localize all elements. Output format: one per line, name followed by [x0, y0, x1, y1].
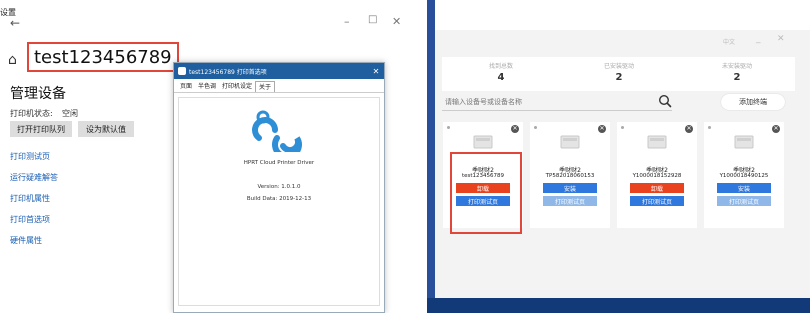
home-icon: ⌂ — [8, 52, 17, 68]
print-test-page-button[interactable]: 打印测试页 — [543, 196, 597, 206]
tab-halftone[interactable]: 半色调 — [195, 81, 219, 92]
language-switch[interactable]: 中文 — [723, 37, 735, 46]
device-serial: TP582018060153 — [545, 173, 595, 179]
status-dot — [534, 126, 537, 129]
printer-status-label: 打印机状态: — [10, 109, 53, 118]
print-test-page-button[interactable]: 打印测试页 — [717, 196, 771, 206]
close-icon[interactable]: ✕ — [685, 125, 693, 133]
install-button[interactable]: 安装 — [543, 183, 597, 193]
printer-status-value: 空闲 — [62, 109, 78, 118]
printer-icon — [647, 135, 667, 149]
close-icon[interactable]: ✕ — [392, 15, 401, 28]
device-card[interactable]: ✕ 季财财2 Y1000018152928 卸载 打印测试页 — [617, 122, 697, 228]
device-serial: Y1000018490125 — [719, 173, 769, 179]
close-icon[interactable]: ✕ — [772, 125, 780, 133]
card-highlight-frame — [450, 152, 522, 234]
status-dot — [708, 126, 711, 129]
build-date-text: Build Data: 2019-12-13 — [246, 196, 312, 202]
hprt-cloud-logo — [252, 110, 302, 152]
open-print-queue-button[interactable]: 打开打印队列 — [10, 121, 72, 137]
search-icon[interactable] — [658, 94, 672, 108]
set-default-button[interactable]: 设为默认值 — [78, 121, 134, 137]
status-dot — [447, 126, 450, 129]
link-printing-preferences[interactable]: 打印首选项 — [10, 214, 50, 225]
printer-name-highlight: test123456789 — [27, 42, 179, 72]
print-test-page-button[interactable]: 打印测试页 — [630, 196, 684, 206]
stat-not-installed: 未安装驱动 2 — [678, 57, 796, 91]
stat-value: 2 — [733, 72, 741, 83]
device-card[interactable]: ✕ 季财财2 TP582018060153 安装 打印测试页 — [530, 122, 610, 228]
desktop-background — [427, 0, 435, 313]
product-name: HPRT Cloud Printer Driver — [243, 160, 315, 166]
printing-preferences-dialog: test123456789 打印首选项 ✕ 页面 半色调 打印机设定 关于 HP… — [173, 62, 385, 313]
desktop-background-bottom — [427, 298, 810, 313]
dialog-close-icon[interactable]: ✕ — [368, 67, 384, 76]
stats-panel: 找到总数 4 已安装驱动 2 未安装驱动 2 — [442, 57, 795, 91]
minimize-icon[interactable]: _ — [756, 34, 761, 44]
tab-about[interactable]: 关于 — [255, 81, 276, 92]
stat-total: 找到总数 4 — [442, 57, 560, 91]
about-panel: HPRT Cloud Printer Driver Version: 1.0.1… — [178, 97, 380, 306]
link-troubleshooter[interactable]: 运行疑难解答 — [10, 172, 58, 183]
stat-value: 2 — [615, 72, 623, 83]
close-icon[interactable]: ✕ — [777, 34, 785, 44]
printer-icon — [473, 135, 493, 149]
install-button[interactable]: 安装 — [717, 183, 771, 193]
close-icon[interactable]: ✕ — [598, 125, 606, 133]
printer-app-icon — [178, 67, 186, 75]
minimize-icon[interactable]: – — [344, 15, 350, 28]
add-terminal-button[interactable]: 添加终端 — [721, 94, 785, 110]
stat-installed: 已安装驱动 2 — [560, 57, 678, 91]
version-text: Version: 1.0.1.0 — [257, 184, 301, 190]
printer-name: test123456789 — [34, 46, 172, 68]
stat-label: 找到总数 — [488, 63, 513, 70]
device-card[interactable]: ✕ 季财财2 Y1000018490125 安装 打印测试页 — [704, 122, 784, 228]
tab-page[interactable]: 页面 — [177, 81, 195, 92]
link-hardware-properties[interactable]: 硬件属性 — [10, 235, 42, 246]
close-icon[interactable]: ✕ — [511, 125, 519, 133]
stat-value: 4 — [497, 72, 505, 83]
dialog-title: test123456789 打印首选项 — [189, 68, 267, 76]
stat-label: 已安装驱动 — [603, 63, 634, 70]
dialog-tabs: 页面 半色调 打印机设定 关于 — [174, 79, 384, 93]
device-serial: Y1000018152928 — [632, 173, 682, 179]
stat-label: 未安装驱动 — [721, 63, 752, 70]
manage-device-heading: 管理设备 — [10, 86, 66, 102]
tab-printer-settings[interactable]: 打印机设定 — [219, 81, 255, 92]
status-dot — [621, 126, 624, 129]
maximize-icon[interactable]: □ — [368, 14, 377, 25]
uninstall-button[interactable]: 卸载 — [630, 183, 684, 193]
dialog-titlebar[interactable]: test123456789 打印首选项 ✕ — [174, 63, 384, 79]
link-print-test-page[interactable]: 打印测试页 — [10, 151, 50, 162]
settings-window: ← 设置 – □ ✕ ⌂ test123456789 管理设备 打印机状态: 空… — [0, 0, 427, 313]
search-box — [442, 93, 672, 111]
link-printer-properties[interactable]: 打印机属性 — [10, 193, 50, 204]
search-input[interactable] — [445, 96, 645, 108]
printer-icon — [734, 135, 754, 149]
printer-icon — [560, 135, 580, 149]
arrow-left-icon[interactable]: ← — [10, 16, 20, 30]
